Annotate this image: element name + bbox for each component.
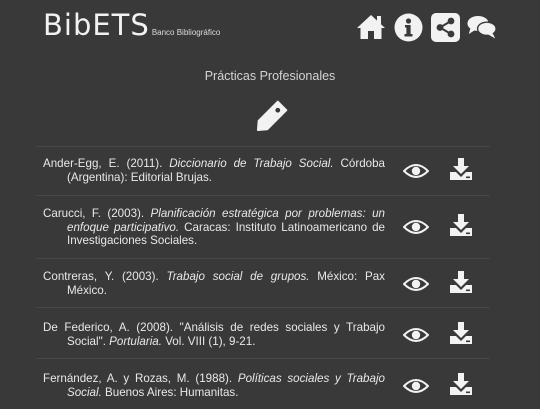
download-icon[interactable] [449, 373, 473, 395]
reference-publisher: Vol. VIII (1), 9-21. [161, 334, 256, 348]
reference-title: Portularia. [109, 334, 162, 348]
reference-title: Diccionario de Trabajo Social. [169, 157, 334, 170]
chat-button[interactable] [467, 12, 497, 42]
reference-text: Carucci, F. (2003). Planificación estrat… [43, 207, 385, 248]
reference-text: Ander-Egg, E. (2011). Diccionario de Tra… [43, 157, 385, 184]
eye-icon[interactable] [403, 327, 429, 343]
chat-icon [467, 15, 497, 39]
eye-icon[interactable] [403, 219, 429, 235]
logo-text: BibETS [43, 8, 150, 42]
reference-text: De Federico, A. (2008). "Análisis de red… [43, 321, 385, 348]
reference-row: Contreras, Y. (2003). Trabajo social de … [36, 258, 490, 307]
eye-icon[interactable] [403, 276, 429, 292]
reference-author: Fernández, A. y Rozas, M. (1988). [43, 372, 238, 385]
share-button[interactable] [430, 12, 460, 42]
reference-row: Ander-Egg, E. (2011). Diccionario de Tra… [36, 146, 490, 195]
reference-row: De Federico, A. (2008). "Análisis de red… [36, 307, 490, 358]
reference-row: Carucci, F. (2003). Planificación estrat… [36, 195, 490, 258]
download-icon[interactable] [449, 271, 473, 293]
info-button[interactable] [393, 12, 423, 42]
download-icon[interactable] [449, 322, 473, 344]
share-icon [430, 12, 460, 42]
reference-text: Contreras, Y. (2003). Trabajo social de … [43, 270, 385, 297]
info-icon [394, 13, 422, 41]
header: BibETS Banco Bibliográfico [0, 0, 540, 52]
reference-text: Fernández, A. y Rozas, M. (1988). Políti… [43, 372, 385, 399]
eye-icon[interactable] [403, 163, 429, 179]
home-icon [357, 15, 385, 39]
reference-author: Contreras, Y. (2003). [43, 270, 167, 283]
download-icon[interactable] [449, 214, 473, 236]
reference-list: Ander-Egg, E. (2011). Diccionario de Tra… [36, 146, 490, 409]
reference-title: Trabajo social de grupos. [166, 270, 310, 283]
logo[interactable]: BibETS Banco Bibliográfico [43, 9, 220, 41]
download-icon[interactable] [449, 158, 473, 180]
reference-row: Fernández, A. y Rozas, M. (1988). Políti… [36, 358, 490, 409]
reference-author: Ander-Egg, E. (2011). [43, 157, 170, 170]
section-title: Prácticas Profesionales [204, 69, 336, 83]
eye-icon[interactable] [403, 378, 429, 394]
reference-author: Carucci, F. (2003). [43, 207, 151, 220]
top-nav [356, 12, 504, 42]
tag-icon [256, 100, 288, 132]
reference-publisher: Buenos Aires: Humanitas. [101, 385, 239, 399]
logo-subtitle: Banco Bibliográfico [151, 28, 221, 37]
home-button[interactable] [356, 12, 386, 42]
